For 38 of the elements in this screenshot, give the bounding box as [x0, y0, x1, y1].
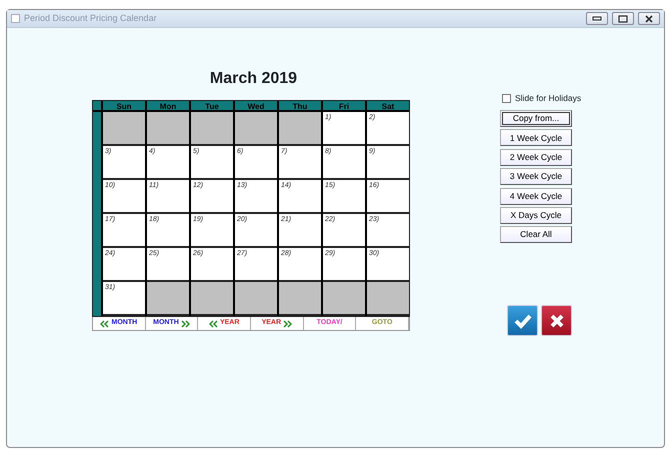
cycle-button[interactable]: Clear All — [500, 226, 572, 244]
close-icon — [644, 14, 654, 22]
cycle-button[interactable]: 2 Week Cycle — [500, 148, 572, 166]
empty-cell — [103, 112, 145, 146]
cycle-button[interactable]: 3 Week Cycle — [500, 168, 572, 186]
double-chevron-right-icon — [180, 320, 190, 328]
double-chevron-left-icon — [100, 320, 110, 328]
close-button[interactable] — [638, 12, 660, 25]
weekday-header: Sun — [103, 101, 145, 112]
maximize-icon — [618, 14, 628, 22]
maximize-button[interactable] — [612, 12, 634, 25]
cycle-button[interactable]: Copy from... — [500, 110, 572, 127]
checkbox-label: Slide for Holidays — [515, 92, 582, 104]
weekday-header: Mon — [147, 101, 189, 112]
confirm-button[interactable] — [507, 305, 538, 336]
weekday-header: Fri — [323, 101, 365, 112]
weekday-header: Wed — [235, 101, 277, 112]
empty-cell — [279, 112, 321, 146]
minimize-button[interactable] — [586, 12, 608, 25]
empty-cell — [147, 112, 189, 146]
double-chevron-right-icon — [283, 320, 292, 328]
minimize-icon — [592, 16, 602, 21]
weekday-header: Sat — [367, 101, 409, 112]
holidays-checkbox[interactable] — [502, 94, 511, 102]
cycle-button[interactable]: 4 Week Cycle — [500, 188, 572, 205]
cancel-button[interactable] — [541, 305, 572, 336]
weekday-header: Thu — [279, 101, 321, 112]
x-icon — [548, 312, 564, 329]
weekday-header: Tue — [191, 101, 233, 112]
window-title: Period Discount Pricing Calendar — [24, 12, 157, 25]
month-title: March 2019 — [208, 69, 298, 89]
cycle-button[interactable]: 1 Week Cycle — [500, 129, 572, 146]
checkmark-icon — [512, 312, 532, 329]
empty-cell — [235, 112, 277, 146]
empty-cell — [191, 112, 233, 146]
cycle-button[interactable]: X Days Cycle — [500, 206, 572, 224]
app-icon — [11, 14, 20, 23]
double-chevron-left-icon — [208, 320, 218, 328]
